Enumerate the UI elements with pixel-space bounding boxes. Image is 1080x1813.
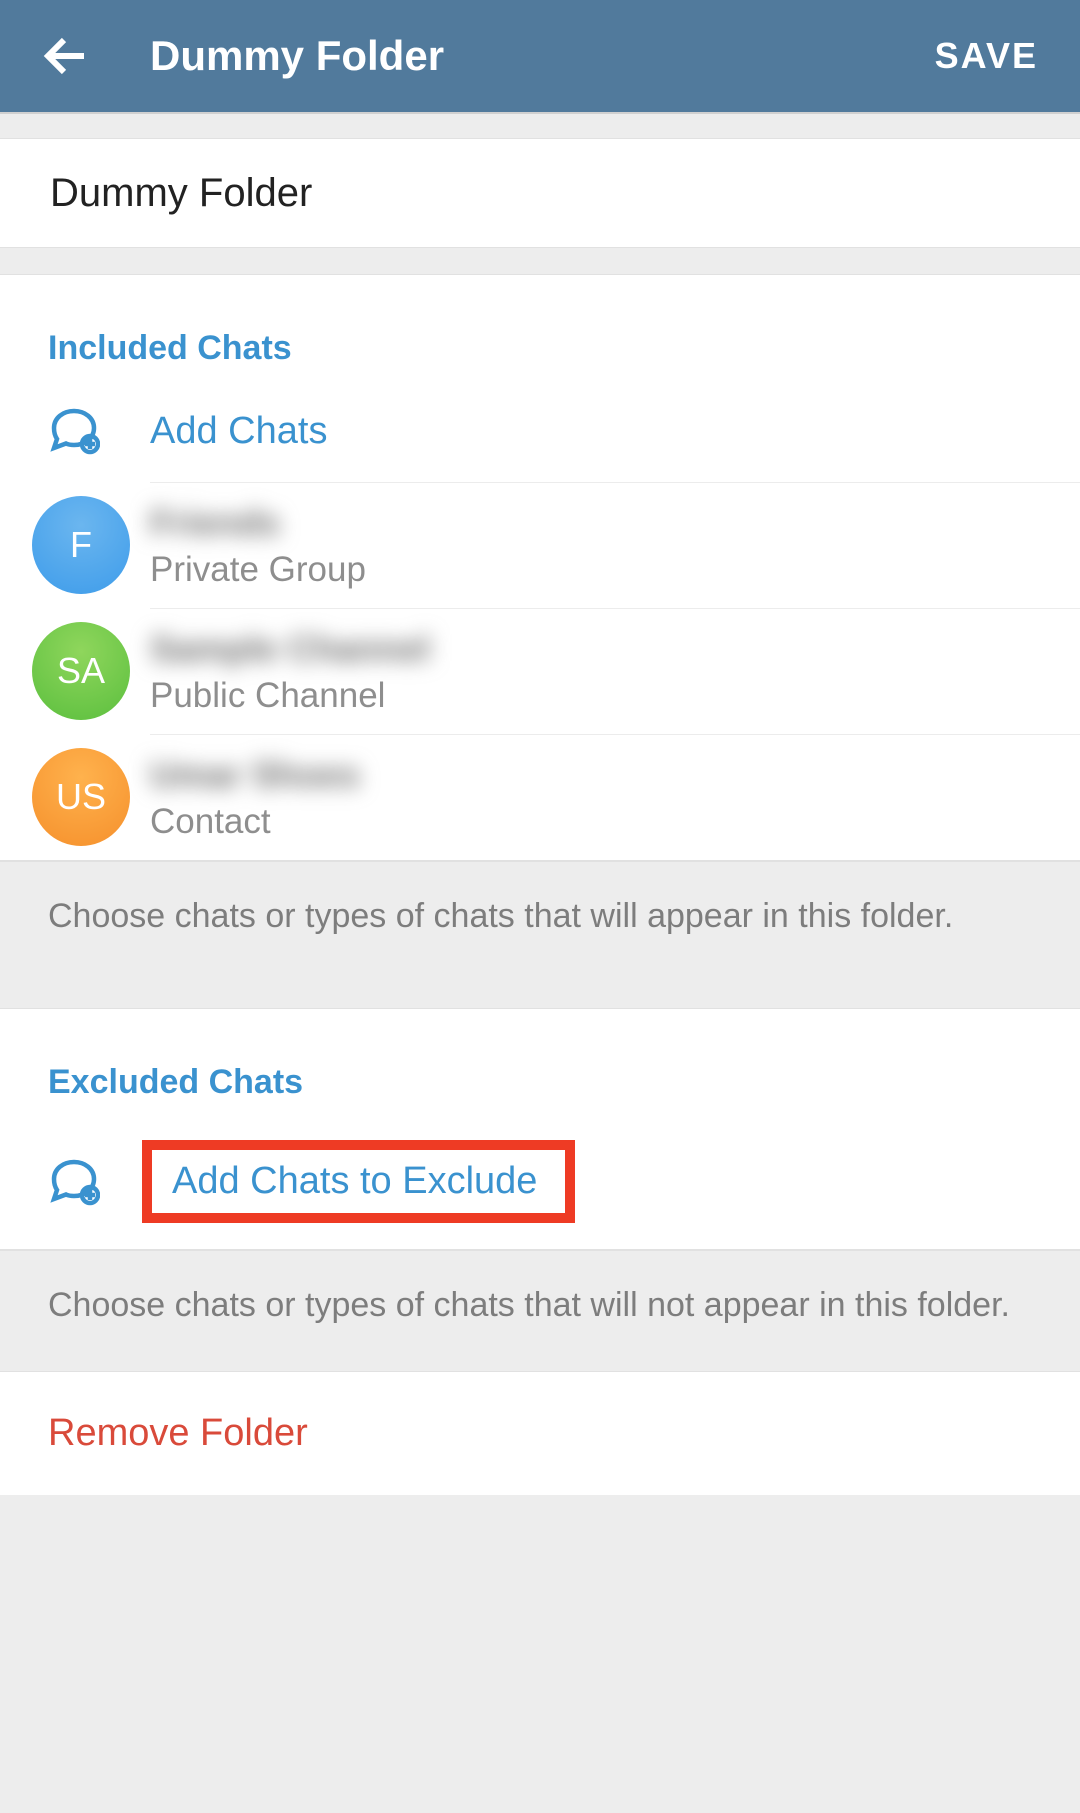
list-item[interactable]: F Friends Private Group bbox=[0, 482, 1080, 608]
excluded-chats-header: Excluded Chats bbox=[0, 1009, 1080, 1116]
folder-name-input[interactable] bbox=[48, 170, 1032, 217]
excluded-hint: Choose chats or types of chats that will… bbox=[0, 1250, 1080, 1371]
avatar: F bbox=[32, 496, 130, 594]
included-chats-section: Included Chats Add Chats F Friends Priva… bbox=[0, 274, 1080, 861]
chat-name: Sample Channel bbox=[150, 628, 430, 670]
app-header: Dummy Folder SAVE bbox=[0, 0, 1080, 114]
chat-name: Friends bbox=[150, 502, 280, 544]
add-chats-to-exclude-label: Add Chats to Exclude bbox=[172, 1160, 537, 1202]
included-chats-header: Included Chats bbox=[0, 275, 1080, 382]
avatar: SA bbox=[32, 622, 130, 720]
add-chats-button[interactable]: Add Chats bbox=[0, 382, 1080, 482]
page-title: Dummy Folder bbox=[150, 32, 935, 80]
list-item[interactable]: US Umar Shoes Contact bbox=[0, 734, 1080, 860]
avatar: US bbox=[32, 748, 130, 846]
back-arrow-icon[interactable] bbox=[42, 32, 90, 80]
highlight-annotation: Add Chats to Exclude bbox=[142, 1140, 575, 1223]
save-button[interactable]: SAVE bbox=[935, 35, 1038, 77]
add-chats-to-exclude-button[interactable]: Add Chats to Exclude bbox=[0, 1116, 1080, 1249]
excluded-chats-section: Excluded Chats Add Chats to Exclude bbox=[0, 1008, 1080, 1250]
included-hint: Choose chats or types of chats that will… bbox=[0, 861, 1080, 982]
chat-plus-icon bbox=[0, 406, 150, 456]
chat-plus-icon bbox=[0, 1157, 150, 1207]
chat-type: Contact bbox=[150, 802, 1080, 842]
add-chats-label: Add Chats bbox=[150, 410, 327, 453]
remove-folder-button[interactable]: Remove Folder bbox=[0, 1371, 1080, 1495]
list-item[interactable]: SA Sample Channel Public Channel bbox=[0, 608, 1080, 734]
chat-type: Private Group bbox=[150, 550, 1080, 590]
chat-name: Umar Shoes bbox=[150, 754, 360, 796]
chat-type: Public Channel bbox=[150, 676, 1080, 716]
folder-name-card bbox=[0, 138, 1080, 248]
